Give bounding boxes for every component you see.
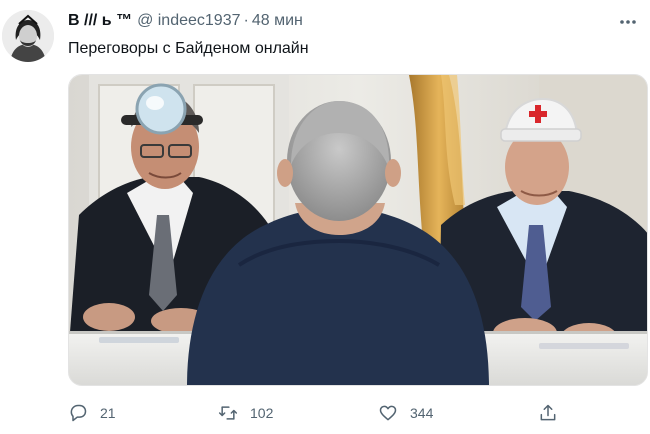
user-avatar[interactable] bbox=[2, 10, 54, 62]
user-handle[interactable]: @ indeec1937 bbox=[137, 12, 240, 30]
share-button[interactable] bbox=[538, 400, 558, 426]
reply-button[interactable]: 21 bbox=[68, 400, 116, 426]
retweet-button[interactable]: 102 bbox=[218, 400, 273, 426]
reply-count: 21 bbox=[100, 405, 116, 421]
meeting-photo-illustration bbox=[69, 75, 647, 385]
tweet-header: В /// ь ™ @ indeec1937 · 48 мин bbox=[68, 12, 303, 34]
tweet-text: Переговоры с Байденом онлайн bbox=[68, 40, 309, 57]
retweet-count: 102 bbox=[250, 405, 274, 421]
header-separator: · bbox=[243, 12, 249, 29]
reply-icon bbox=[70, 404, 87, 422]
tweet-card: В /// ь ™ @ indeec1937 · 48 мин Перегово… bbox=[0, 0, 650, 434]
like-button[interactable]: 344 bbox=[378, 400, 433, 426]
heart-icon bbox=[379, 405, 397, 421]
user-avatar-icon bbox=[2, 10, 54, 62]
tweet-actions-bar: 21 102 344 bbox=[68, 400, 588, 426]
display-name[interactable]: В /// ь ™ bbox=[68, 12, 132, 30]
like-count: 344 bbox=[410, 405, 434, 421]
more-options-button[interactable] bbox=[616, 10, 640, 34]
retweet-icon bbox=[218, 406, 238, 420]
more-dots-icon bbox=[620, 20, 636, 24]
tweet-timestamp[interactable]: 48 мин bbox=[252, 12, 303, 30]
tweet-media-photo[interactable] bbox=[68, 74, 648, 386]
share-icon bbox=[540, 404, 556, 421]
